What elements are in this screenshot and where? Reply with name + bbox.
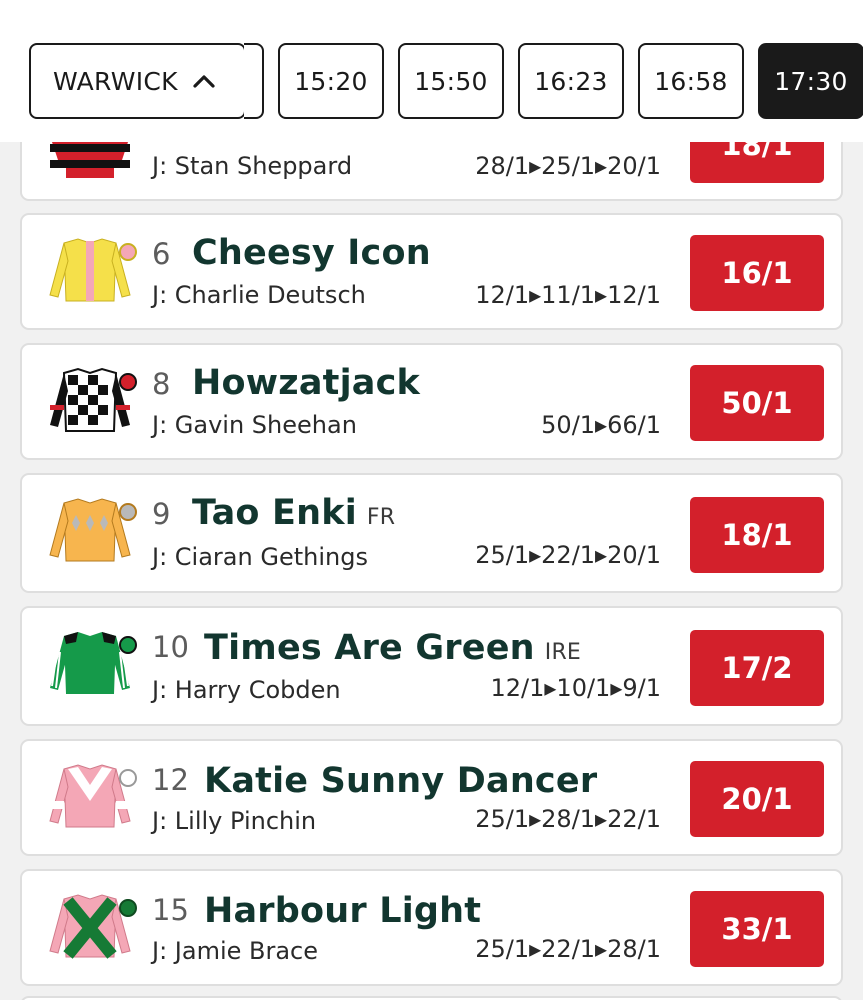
runner-number: 12: [152, 763, 189, 797]
price-history: 12/1▸10/1▸9/1: [490, 674, 661, 702]
runner-number: 9: [152, 497, 171, 531]
runner-card[interactable]: 9 Tao Enki FR J: Ciaran Gethings 25/1▸22/…: [20, 473, 843, 593]
race-time-label: 16:58: [654, 66, 728, 96]
runner-name[interactable]: Harbour Light: [204, 891, 481, 931]
jockey-silk-icon: [50, 367, 137, 432]
runner-name-text: Howzatjack: [192, 363, 421, 403]
runner-card-partial[interactable]: [20, 996, 843, 1000]
race-time-tab[interactable]: 15:50: [398, 43, 504, 119]
race-time-tab[interactable]: 15:20: [278, 43, 384, 119]
venue-selector[interactable]: WARWICK: [29, 43, 246, 119]
price-history: 25/1▸22/1▸28/1: [475, 935, 661, 963]
venue-label: WARWICK: [53, 66, 178, 96]
odds-button[interactable]: 18/1: [690, 497, 824, 573]
jockey-silk-icon: [50, 632, 137, 694]
price-history: 12/1▸11/1▸12/1: [475, 281, 661, 309]
race-time-tab[interactable]: 16:23: [518, 43, 624, 119]
odds-button[interactable]: 17/2: [690, 630, 824, 706]
race-time-tab-active[interactable]: 17:30: [758, 43, 863, 119]
jockey-name: J: Jamie Brace: [152, 937, 319, 965]
jockey-name: J: Ciaran Gethings: [152, 543, 368, 571]
runner-card[interactable]: 15 Harbour Light J: Jamie Brace 25/1▸22/…: [20, 869, 843, 986]
race-time-label: 15:20: [294, 66, 368, 96]
jockey-name: J: Harry Cobden: [152, 676, 341, 704]
race-time-tab[interactable]: 16:58: [638, 43, 744, 119]
runner-card[interactable]: 6 Cheesy Icon J: Charlie Deutsch 12/1▸11…: [20, 213, 843, 330]
venue-tab-edge: [244, 43, 264, 119]
price-history: 25/1▸28/1▸22/1: [475, 805, 661, 833]
price-history: 50/1▸66/1: [541, 411, 661, 439]
runner-name-text: Tao Enki: [192, 493, 357, 533]
runner-name[interactable]: Tao Enki FR: [192, 493, 395, 533]
odds-button[interactable]: 33/1: [690, 891, 824, 967]
runner-name[interactable]: Howzatjack: [192, 363, 420, 403]
runner-number: 10: [152, 630, 189, 664]
jockey-silk-icon: [49, 764, 137, 828]
jockey-silk-icon: [49, 498, 137, 562]
runner-card[interactable]: 12 Katie Sunny Dancer J: Lilly Pinchin 2…: [20, 739, 843, 856]
runner-name-text: Times Are Green: [204, 628, 535, 668]
runner-name-text: Harbour Light: [204, 891, 482, 931]
runner-name[interactable]: Cheesy Icon: [192, 233, 431, 273]
odds-button[interactable]: 16/1: [690, 235, 824, 311]
runner-name-text: Cheesy Icon: [192, 233, 431, 273]
jockey-silk-icon: [49, 894, 137, 959]
jockey-name: J: Lilly Pinchin: [152, 807, 317, 835]
country-suffix: IRE: [544, 640, 582, 665]
runner-number: 15: [152, 893, 189, 927]
odds-button[interactable]: 20/1: [690, 761, 824, 837]
race-time-label: 16:23: [534, 66, 608, 96]
price-history: 25/1▸22/1▸20/1: [475, 541, 661, 569]
odds-button[interactable]: 50/1: [690, 365, 824, 441]
chevron-up-icon: [193, 75, 215, 88]
price-history: 28/1▸25/1▸20/1: [475, 152, 661, 180]
jockey-name: J: Gavin Sheehan: [152, 411, 357, 439]
jockey-name: J: Charlie Deutsch: [152, 281, 366, 309]
runner-number: 6: [152, 237, 171, 271]
runner-card[interactable]: 10 Times Are Green IRE J: Harry Cobden 12…: [20, 606, 843, 726]
race-time-label: 17:30: [774, 66, 848, 96]
jockey-name: J: Stan Sheppard: [152, 152, 353, 180]
runner-card[interactable]: 8 Howzatjack J: Gavin Sheehan 50/1▸66/1 …: [20, 343, 843, 460]
runner-name[interactable]: Times Are Green IRE: [204, 628, 581, 668]
jockey-silk-icon: [49, 238, 137, 302]
race-time-label: 15:50: [414, 66, 488, 96]
runner-name-text: Katie Sunny Dancer: [204, 761, 598, 801]
race-navigation-bar: WARWICK 15:20 15:50 16:23 16:58 17:30: [0, 0, 863, 142]
runner-number: 8: [152, 367, 171, 401]
runner-name[interactable]: Katie Sunny Dancer: [204, 761, 597, 801]
country-suffix: FR: [366, 505, 396, 530]
